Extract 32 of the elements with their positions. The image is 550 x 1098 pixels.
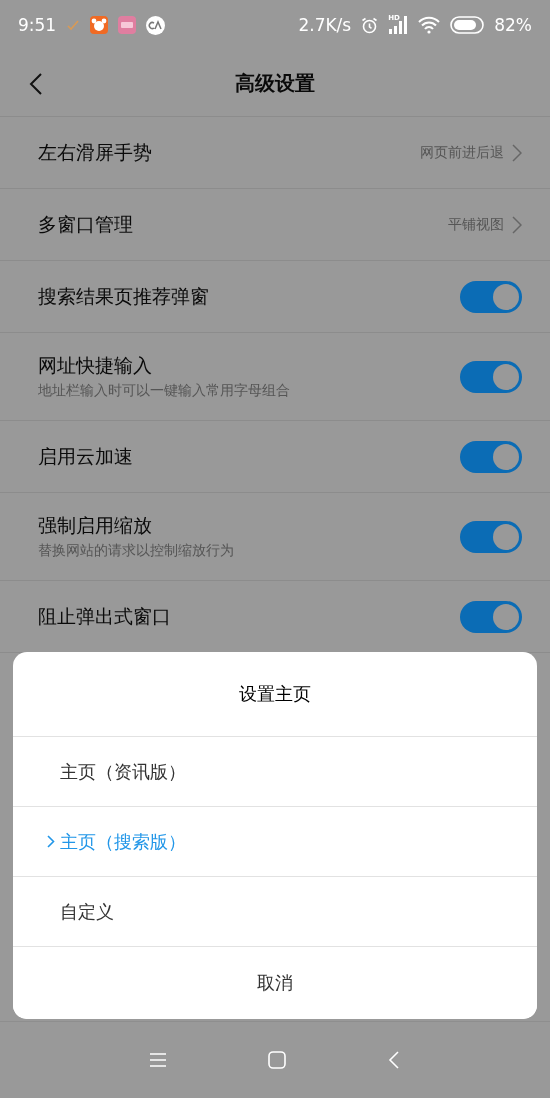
setting-label: 左右滑屏手势 xyxy=(38,139,153,165)
bear-app-icon xyxy=(90,16,109,34)
setting-label: 阻止弹出式窗口 xyxy=(38,603,172,629)
chevron-right-icon xyxy=(512,215,522,234)
toggle-switch[interactable] xyxy=(460,280,522,313)
chevron-right-icon xyxy=(512,143,522,162)
setting-label: 网址快捷输入 xyxy=(38,353,153,378)
clock-time: 9:51 xyxy=(18,15,57,35)
toggle-switch[interactable] xyxy=(460,360,522,393)
square-icon xyxy=(268,1051,286,1069)
signal-icon xyxy=(388,16,409,34)
toggle-switch[interactable] xyxy=(460,440,522,473)
network-speed: 2.7K/s xyxy=(298,15,352,35)
menu-icon xyxy=(150,1052,166,1068)
setting-label: 强制启用缩放 xyxy=(38,513,153,538)
battery-icon xyxy=(450,16,485,34)
page-title: 高级设置 xyxy=(235,69,315,97)
alarm-icon xyxy=(361,16,379,34)
chevron-left-icon xyxy=(28,72,44,96)
setting-label: 搜索结果页推荐弹窗 xyxy=(38,283,210,309)
setting-label: 启用云加速 xyxy=(38,443,134,469)
chevron-left-icon xyxy=(388,1051,400,1069)
check-icon xyxy=(66,19,81,31)
battery-percent: 82% xyxy=(494,15,532,35)
setting-label: 多窗口管理 xyxy=(38,211,134,237)
app-icon xyxy=(118,16,137,34)
wifi-icon xyxy=(418,16,441,34)
toggle-switch[interactable] xyxy=(460,600,522,633)
setting-description: 替换网站的请求以控制缩放行为 xyxy=(38,542,235,560)
setting-description: 地址栏输入时可以一键输入常用字母组合 xyxy=(38,382,291,400)
toggle-switch[interactable] xyxy=(460,520,522,553)
circle-app-icon xyxy=(146,15,166,35)
